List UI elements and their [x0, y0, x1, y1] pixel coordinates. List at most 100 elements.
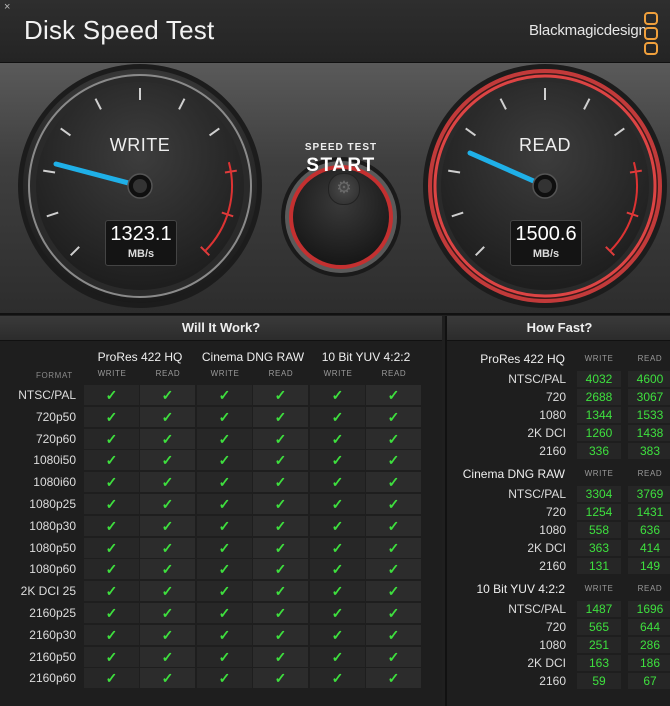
- start-button-caption: SPEED TEST: [304, 142, 378, 153]
- compat-cell: ✓: [84, 450, 139, 471]
- checkmark-icon: ✓: [161, 430, 174, 447]
- close-icon[interactable]: ×: [4, 1, 10, 13]
- compat-cell: ✓: [253, 450, 308, 471]
- checkmark-icon: ✓: [218, 605, 231, 621]
- checkmark-icon: ✓: [105, 648, 118, 665]
- compat-cell: ✓: [310, 494, 365, 514]
- how-fast-title: How Fast?: [447, 316, 670, 341]
- compat-cell: ✓: [310, 581, 365, 602]
- checkmark-icon: ✓: [161, 605, 174, 621]
- format-row: 1080p50 ✓ ✓ ✓ ✓ ✓ ✓: [0, 537, 442, 559]
- compat-cell: ✓: [84, 428, 139, 449]
- write-column-header: WRITE: [97, 369, 127, 378]
- checkmark-icon: ✓: [331, 626, 344, 643]
- compat-cell: ✓: [366, 385, 421, 405]
- compat-cell: ✓: [253, 581, 308, 602]
- read-column-header: READ: [155, 369, 181, 378]
- compat-cell: ✓: [253, 537, 308, 558]
- read-fps-value: 1533: [628, 407, 670, 423]
- compat-cell: ✓: [84, 646, 139, 667]
- checkmark-icon: ✓: [218, 670, 231, 687]
- title-bar: × Disk Speed Test Blackmagicdesign: [0, 0, 670, 63]
- resolution-label: 720: [545, 390, 566, 404]
- compat-cell: ✓: [140, 472, 195, 493]
- checkmark-icon: ✓: [218, 474, 231, 491]
- compat-cell: ✓: [310, 385, 365, 405]
- compat-cell: ✓: [310, 406, 365, 427]
- checkmark-icon: ✓: [218, 626, 231, 643]
- codec-header: ProRes 422 HQ: [97, 350, 183, 364]
- resolution-label: 2K DCI: [527, 541, 566, 555]
- compat-cell: ✓: [140, 581, 195, 602]
- resolution-label: 720: [545, 620, 566, 634]
- checkmark-icon: ✓: [274, 670, 287, 687]
- codec-header: 10 Bit YUV 4:2:2: [321, 350, 411, 364]
- checkmark-icon: ✓: [161, 517, 174, 534]
- compat-cell: ✓: [84, 515, 139, 536]
- read-fps-value: 383: [628, 443, 670, 459]
- read-fps-value: 636: [628, 522, 670, 538]
- format-label: 1080p60: [29, 562, 76, 577]
- checkmark-icon: ✓: [331, 670, 344, 687]
- checkmark-icon: ✓: [161, 626, 174, 643]
- checkmark-icon: ✓: [161, 583, 174, 600]
- resolution-label: NTSC/PAL: [508, 602, 566, 616]
- checkmark-icon: ✓: [274, 408, 287, 425]
- format-row: NTSC/PAL ✓ ✓ ✓ ✓ ✓ ✓: [0, 384, 442, 406]
- compat-cell: ✓: [253, 603, 308, 623]
- format-label: NTSC/PAL: [18, 388, 76, 402]
- compat-cell: ✓: [253, 406, 308, 427]
- speed-test-start-button[interactable]: SPEED TEST START: [288, 101, 394, 207]
- will-it-work-title: Will It Work?: [0, 316, 442, 341]
- checkmark-icon: ✓: [105, 626, 118, 643]
- how-fast-codec-header: ProRes 422 HQ: [480, 352, 565, 366]
- write-fps-value: 336: [577, 443, 621, 459]
- format-row: 2160p60 ✓ ✓ ✓ ✓ ✓ ✓: [0, 667, 442, 689]
- compat-cell: ✓: [366, 668, 421, 689]
- checkmark-icon: ✓: [387, 387, 400, 403]
- write-fps-value: 3304: [577, 486, 621, 502]
- resolution-label: 720: [545, 505, 566, 519]
- how-fast-codec-header: 10 Bit YUV 4:2:2: [476, 582, 566, 596]
- compat-cell: ✓: [197, 581, 252, 602]
- checkmark-icon: ✓: [161, 670, 174, 687]
- format-row: 1080i60 ✓ ✓ ✓ ✓ ✓ ✓: [0, 471, 442, 493]
- checkmark-icon: ✓: [218, 539, 231, 556]
- compat-cell: ✓: [140, 537, 195, 558]
- checkmark-icon: ✓: [161, 539, 174, 556]
- how-fast-panel: How Fast? ProRes 422 HQ WRITE READ NTSC/PAL…: [445, 316, 670, 706]
- read-column-header: READ: [268, 369, 294, 378]
- format-row: 1080p25 ✓ ✓ ✓ ✓ ✓ ✓: [0, 493, 442, 515]
- write-column-header: WRITE: [584, 469, 614, 478]
- checkmark-icon: ✓: [274, 626, 287, 643]
- compat-cell: ✓: [84, 603, 139, 623]
- compat-cell: ✓: [253, 494, 308, 514]
- checkmark-icon: ✓: [274, 474, 287, 491]
- checkmark-icon: ✓: [161, 648, 174, 665]
- write-column-header: WRITE: [210, 369, 240, 378]
- write-fps-value: 163: [577, 655, 621, 671]
- compat-cell: ✓: [310, 472, 365, 493]
- format-label: 2160p50: [29, 649, 76, 664]
- format-row: 2K DCI 25 ✓ ✓ ✓ ✓ ✓ ✓: [0, 580, 442, 602]
- compat-cell: ✓: [140, 624, 195, 645]
- write-fps-value: 251: [577, 637, 621, 653]
- format-row: 720p50 ✓ ✓ ✓ ✓ ✓ ✓: [0, 406, 442, 428]
- checkmark-icon: ✓: [331, 408, 344, 425]
- checkmark-icon: ✓: [331, 474, 344, 491]
- write-column-header: WRITE: [584, 584, 614, 593]
- compat-cell: ✓: [140, 559, 195, 580]
- compat-cell: ✓: [366, 450, 421, 471]
- read-speed-unit: MB/s: [532, 248, 560, 260]
- read-readout: 1500.6 MB/s: [510, 220, 582, 266]
- checkmark-icon: ✓: [331, 430, 344, 447]
- read-fps-value: 1438: [628, 425, 670, 441]
- write-speed-value: 1323.1: [110, 223, 172, 245]
- compat-cell: ✓: [140, 515, 195, 536]
- read-gauge: [423, 64, 667, 308]
- write-fps-value: 131: [577, 558, 621, 574]
- checkmark-icon: ✓: [274, 452, 287, 469]
- format-label: 1080i60: [33, 475, 76, 490]
- resolution-label: 2K DCI: [527, 656, 566, 670]
- codec-header: Cinema DNG RAW: [201, 350, 305, 364]
